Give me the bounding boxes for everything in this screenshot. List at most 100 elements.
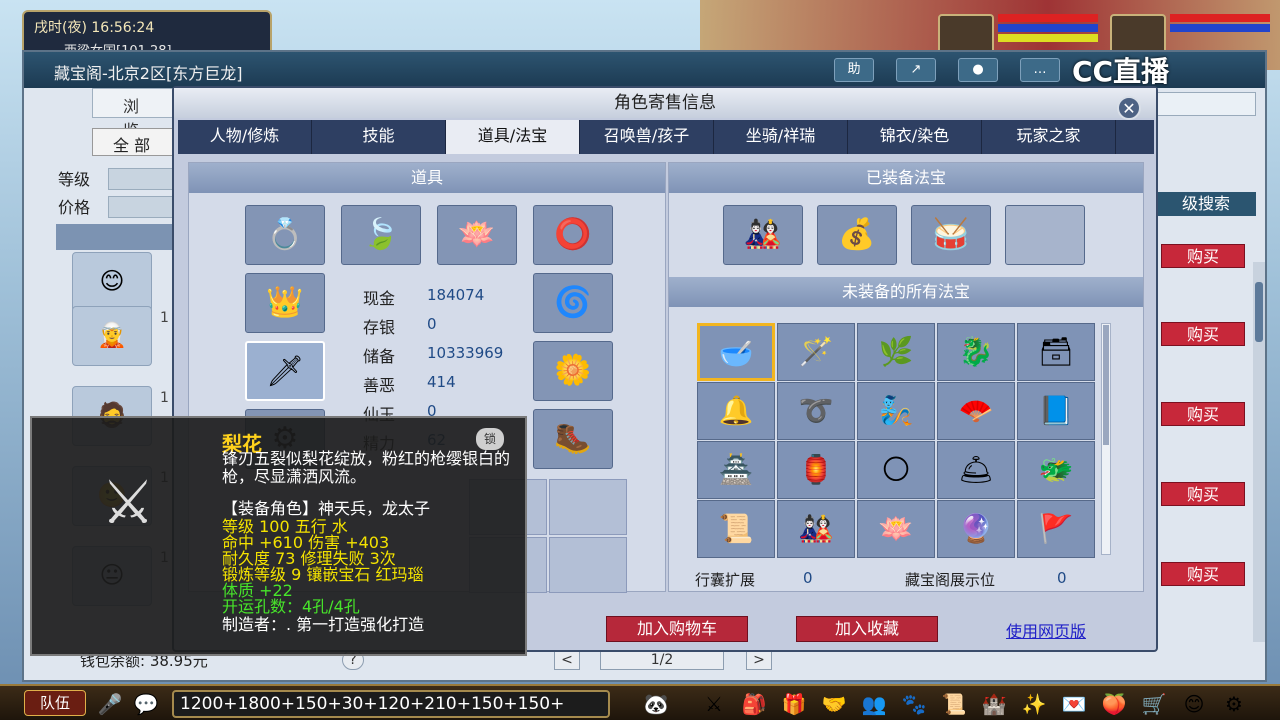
lotus-icon[interactable]: 🪷 [437, 205, 517, 265]
empty-item-slot[interactable] [549, 479, 627, 535]
flower-icon[interactable]: 🌼 [533, 341, 613, 401]
tab-browse[interactable]: 浏览 [92, 88, 182, 140]
boots-icon[interactable]: 🥾 [533, 409, 613, 469]
chat-input[interactable]: 1200+1800+150+30+120+210+150+150+ [172, 690, 610, 718]
leaf-icon[interactable]: 🍃 [341, 205, 421, 265]
buy-button[interactable]: 购买 [1161, 244, 1245, 268]
level-filter-input[interactable] [108, 168, 178, 190]
prev-page-button[interactable]: < [554, 650, 580, 670]
stat-label-karma: 善恶 [363, 376, 396, 395]
pagoda-icon[interactable]: 🏯 [697, 441, 775, 499]
chest-icon[interactable]: 🗃 [1017, 323, 1095, 381]
bell-icon[interactable]: 🔔 [697, 382, 775, 440]
tab-character[interactable]: 人物/修炼 [178, 120, 312, 154]
share-button[interactable]: ↗ [896, 58, 936, 82]
record-button[interactable]: ● [958, 58, 998, 82]
bowl-icon[interactable]: 🥣 [697, 323, 775, 381]
dialog-tabs: 人物/修炼 技能 道具/法宝 召唤兽/孩子 坐骑/祥瑞 锦衣/染色 玩家之家 [178, 120, 1154, 154]
ring-icon[interactable]: 💍 [245, 205, 325, 265]
guild-icon[interactable]: 🏰 [980, 690, 1008, 718]
microphone-icon[interactable]: 🎤 [96, 690, 124, 718]
rope-icon[interactable]: ➰ [777, 382, 855, 440]
deity-icon[interactable]: 🧞 [857, 382, 935, 440]
tab-pets-children[interactable]: 召唤兽/孩子 [580, 120, 714, 154]
team-icon[interactable]: 👥 [860, 690, 888, 718]
buy-button[interactable]: 购买 [1161, 322, 1245, 346]
quest-icon[interactable]: 📜 [940, 690, 968, 718]
flag-icon[interactable]: 🚩 [1017, 500, 1095, 558]
gift-icon[interactable]: 🍑 [1100, 690, 1128, 718]
spear-icon[interactable]: 🗡 [245, 341, 325, 401]
listing-avatar[interactable]: 🧝 [72, 306, 152, 366]
stat-value-cash: 184074 [427, 286, 485, 304]
display-slot-value: 0 [1057, 569, 1067, 587]
player-status-bars [998, 14, 1098, 54]
emoji-icon[interactable]: 💬 [132, 690, 160, 718]
pet-icon[interactable]: 🐾 [900, 690, 928, 718]
tab-outfits[interactable]: 锦衣/染色 [848, 120, 982, 154]
use-web-version-link[interactable]: 使用网页版 [1006, 618, 1086, 642]
search-input[interactable] [1156, 92, 1256, 116]
orb-icon[interactable]: 🔮 [937, 500, 1015, 558]
tab-home[interactable]: 玩家之家 [982, 120, 1116, 154]
puppet-icon[interactable]: 🎎 [723, 205, 803, 265]
help-button[interactable]: 助 [834, 58, 874, 82]
scroll-icon[interactable]: 📜 [697, 500, 775, 558]
empty-treasure-slot[interactable] [1005, 205, 1085, 265]
buy-button[interactable]: 购买 [1161, 402, 1245, 426]
all-category-button[interactable]: 全 部 [92, 128, 182, 156]
game-time: 戌时(夜) 16:56:24 [34, 20, 155, 36]
bag-expand-label: 行囊扩展 [695, 571, 756, 589]
book-icon[interactable]: 📘 [1017, 382, 1095, 440]
list-header [56, 224, 181, 250]
attack-icon[interactable]: ⚔ [700, 690, 728, 718]
treasure-grid-scroll-thumb[interactable] [1103, 325, 1109, 445]
next-page-button[interactable]: > [746, 650, 772, 670]
jade-dragon-icon[interactable]: 🐲 [1017, 441, 1095, 499]
tab-mounts[interactable]: 坐骑/祥瑞 [714, 120, 848, 154]
bottom-chat-bar: 队伍 🎤 💬 1200+1800+150+30+120+210+150+150+… [0, 684, 1280, 720]
trade-icon[interactable]: 🤝 [820, 690, 848, 718]
ruyi-icon[interactable]: 🪄 [777, 323, 855, 381]
dragon-icon[interactable]: 🐉 [937, 323, 1015, 381]
emote-icon[interactable]: 😊 [1180, 690, 1208, 718]
item-bag-icon[interactable]: 🎒 [740, 690, 768, 718]
listing-avatar[interactable]: 😊 [72, 252, 152, 312]
system-icon[interactable]: ⚙ [1220, 690, 1248, 718]
bracelet-icon[interactable]: ⭕ [533, 205, 613, 265]
jade-ring-icon[interactable]: 🌀 [533, 273, 613, 333]
chat-button[interactable]: … [1020, 58, 1060, 82]
skill-icon[interactable]: ✨ [1020, 690, 1048, 718]
add-to-favorites-button[interactable]: 加入收藏 [796, 616, 938, 642]
friend-icon[interactable]: 💌 [1060, 690, 1088, 718]
ring-rope-icon[interactable]: 🌕 [857, 441, 935, 499]
give-icon[interactable]: 🎁 [780, 690, 808, 718]
empty-item-slot[interactable] [549, 537, 627, 593]
helmet-icon[interactable]: 👑 [245, 273, 325, 333]
team-button[interactable]: 队伍 [24, 690, 86, 716]
player-portrait[interactable] [938, 14, 994, 54]
treasures-panel: 已装备法宝 🎎 💰 🥁 未装备的所有法宝 🥣 🪄 🌿 🐉 🗃 🔔 ➰ 🧞 🪭 📘… [668, 162, 1144, 592]
bell2-icon[interactable]: 🛎 [937, 441, 1015, 499]
close-icon[interactable]: ✕ [1117, 96, 1141, 120]
listing-scroll-thumb[interactable] [1255, 282, 1263, 342]
price-filter-input[interactable] [108, 196, 178, 218]
drum-icon[interactable]: 🥁 [911, 205, 991, 265]
fan-icon[interactable]: 🪭 [937, 382, 1015, 440]
bag-icon[interactable]: 💰 [817, 205, 897, 265]
stat-label-cash: 现金 [363, 289, 396, 308]
buy-button[interactable]: 购买 [1161, 562, 1245, 586]
pet-shortcut-icon[interactable]: 🐼 [642, 690, 670, 718]
puppet2-icon[interactable]: 🎎 [777, 500, 855, 558]
buy-button[interactable]: 购买 [1161, 482, 1245, 506]
tab-skills[interactable]: 技能 [312, 120, 446, 154]
advanced-search-button[interactable]: 级搜索 [1156, 192, 1256, 216]
branch-icon[interactable]: 🌿 [857, 323, 935, 381]
shop-icon[interactable]: 🛒 [1140, 690, 1168, 718]
tab-items-treasures[interactable]: 道具/法宝 [446, 120, 580, 154]
lantern-icon[interactable]: 🏮 [777, 441, 855, 499]
add-to-cart-button[interactable]: 加入购物车 [606, 616, 748, 642]
lotus-lamp-icon[interactable]: 🪷 [857, 500, 935, 558]
pet-portrait[interactable] [1110, 14, 1166, 54]
bag-expand-value: 0 [803, 569, 813, 587]
